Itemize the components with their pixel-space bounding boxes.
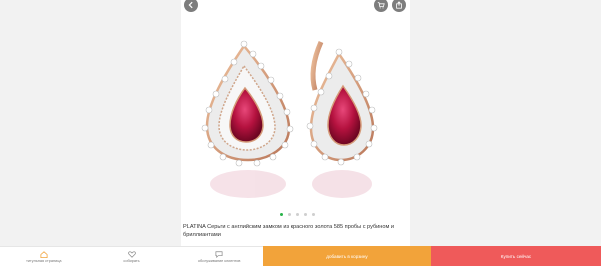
chevron-left-icon: [188, 1, 193, 9]
gallery-dot[interactable]: [304, 213, 307, 216]
product-image[interactable]: [181, 24, 410, 210]
gallery-dot[interactable]: [296, 213, 299, 216]
nav-item-label: обслуживание клиентов: [197, 258, 241, 263]
gallery-dot[interactable]: [280, 213, 283, 216]
gallery-dot[interactable]: [312, 213, 315, 216]
nav-item-favorites[interactable]: собирать: [88, 247, 176, 266]
gallery-pagination: [280, 213, 315, 216]
nav-item-label: собирать: [123, 258, 140, 263]
left-earring: [201, 40, 294, 167]
right-earring: [306, 40, 378, 166]
gallery-dot[interactable]: [288, 213, 291, 216]
chat-icon: [215, 250, 223, 258]
bottom-bar: титульная страница собирать обслуживание…: [0, 246, 601, 266]
nav-item-support[interactable]: обслуживание клиентов: [175, 247, 263, 266]
share-icon: [396, 1, 402, 9]
buy-now-button[interactable]: Купить сейчас: [431, 246, 601, 266]
home-icon: [40, 250, 48, 258]
heart-icon: [127, 250, 136, 258]
nav-item-label: титульная страница: [26, 258, 62, 263]
add-to-cart-button[interactable]: добавить в корзину: [263, 246, 431, 266]
bottom-nav: титульная страница собирать обслуживание…: [0, 246, 263, 266]
nav-item-home[interactable]: титульная страница: [0, 247, 88, 266]
product-title: PLATINA Серьги с английским замком из кр…: [183, 224, 395, 238]
cart-icon: [377, 2, 385, 9]
image-reflection: [210, 170, 372, 198]
